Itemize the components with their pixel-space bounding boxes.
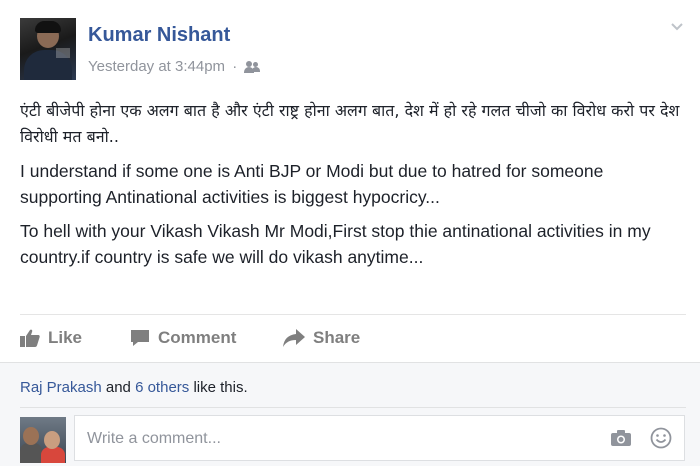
post-meta: Yesterday at 3:44pm · xyxy=(88,58,261,75)
likes-and: and xyxy=(105,379,131,396)
like-button[interactable]: Like xyxy=(20,324,82,352)
camera-icon[interactable] xyxy=(610,429,632,447)
comment-icon xyxy=(131,330,149,346)
comment-label: Comment xyxy=(158,328,237,347)
divider xyxy=(20,407,686,408)
author-name[interactable]: Kumar Nishant xyxy=(88,24,230,47)
emoji-icon[interactable] xyxy=(650,427,672,449)
post-timestamp[interactable]: Yesterday at 3:44pm xyxy=(88,58,225,75)
post-card: Kumar Nishant Yesterday at 3:44pm · एंटी… xyxy=(0,0,700,466)
comment-composer xyxy=(74,415,685,462)
author-avatar[interactable] xyxy=(20,18,76,80)
comment-button[interactable]: Comment xyxy=(130,324,236,352)
like-label: Like xyxy=(48,328,83,347)
friends-icon[interactable] xyxy=(244,61,261,73)
divider xyxy=(20,314,686,315)
comment-input[interactable] xyxy=(85,416,589,462)
share-label: Share xyxy=(313,328,361,347)
liker-link[interactable]: Raj Prakash xyxy=(20,379,102,396)
current-user-avatar[interactable] xyxy=(20,417,66,463)
post-footer: Raj Prakash and 6 others like this. xyxy=(0,362,700,466)
meta-separator: · xyxy=(232,58,238,75)
share-icon xyxy=(283,329,305,347)
chevron-down-icon[interactable] xyxy=(670,20,684,34)
share-button[interactable]: Share xyxy=(283,324,360,352)
post-paragraph-hindi: एंटी बीजेपी होना एक अलग बात है और एंटी र… xyxy=(20,101,680,146)
post-paragraph: To hell with your Vikash Vikash Mr Modi,… xyxy=(20,221,651,267)
post-paragraph: I understand if some one is Anti BJP or … xyxy=(20,161,604,207)
likes-suffix: like this. xyxy=(193,379,248,396)
post-body: एंटी बीजेपी होना एक अलग बात है और एंटी र… xyxy=(20,98,686,278)
others-link[interactable]: 6 others xyxy=(135,379,189,396)
likes-summary: Raj Prakash and 6 others like this. xyxy=(20,379,248,396)
thumbs-up-icon xyxy=(20,329,40,347)
